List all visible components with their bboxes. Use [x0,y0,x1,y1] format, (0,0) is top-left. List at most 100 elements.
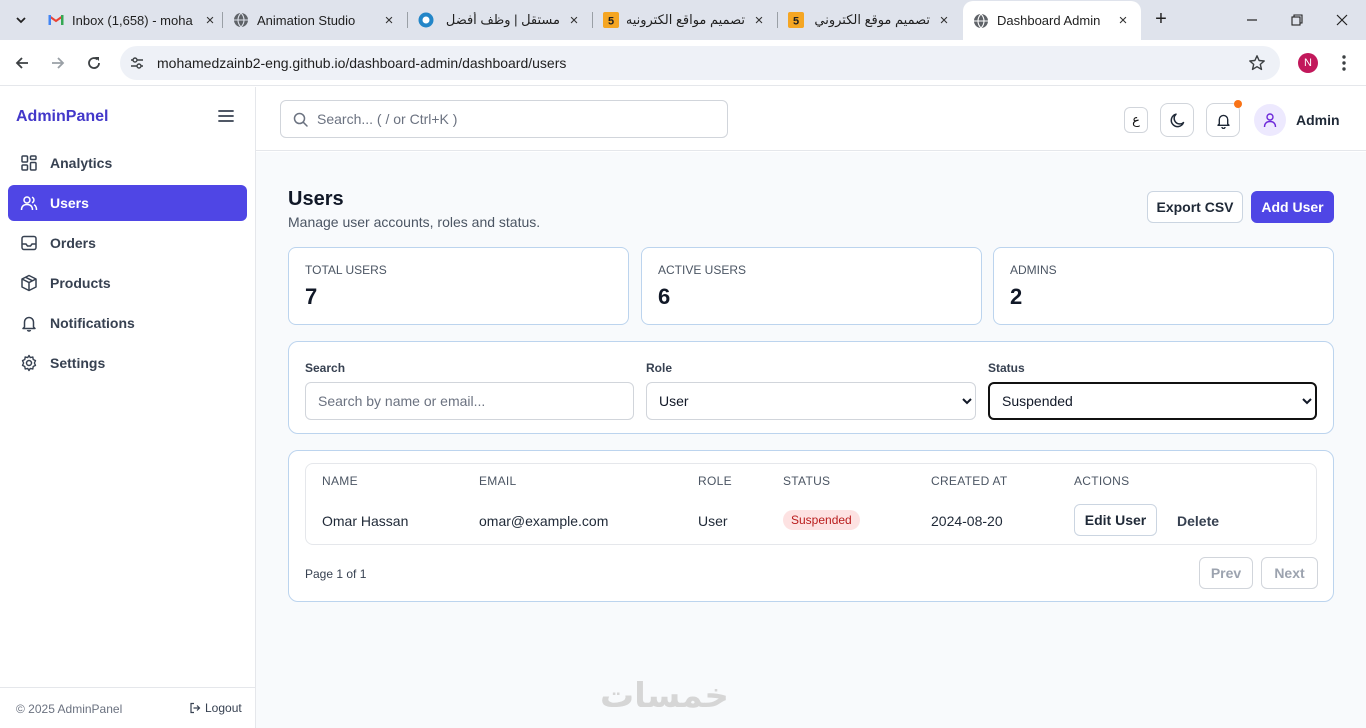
browser-menu-icon[interactable] [1336,52,1352,74]
site-settings-icon[interactable] [129,55,145,71]
svg-text:5: 5 [793,16,799,28]
filters-panel: Search Role User Status Suspended [288,341,1334,434]
stat-label: ADMINS [1010,263,1057,277]
search-icon [293,112,308,127]
khamsat-icon: 5 [603,12,619,28]
moon-icon [1170,112,1184,127]
forward-arrow-icon[interactable] [44,49,72,77]
sidebar-item-label: Orders [50,235,96,251]
bookmark-star-icon[interactable] [1248,54,1266,72]
column-header-email[interactable]: EMAIL [479,474,517,488]
column-header-name[interactable]: NAME [322,474,358,488]
user-icon [1263,113,1277,128]
sidebar-item-users[interactable]: Users [8,185,247,221]
reload-icon[interactable] [80,49,108,77]
stat-card-active-users: ACTIVE USERS 6 [641,247,982,325]
users-table-card: NAME EMAIL ROLE STATUS CREATED AT ACTION… [288,450,1334,602]
user-search-input[interactable] [305,382,634,420]
sidebar-item-label: Users [50,195,89,211]
add-user-button[interactable]: Add User [1251,191,1334,223]
svg-text:5: 5 [608,16,614,28]
menu-toggle-icon[interactable] [216,107,236,125]
sidebar-item-analytics[interactable]: Analytics [8,145,247,181]
minimize-icon[interactable] [1228,0,1276,40]
copyright-text: © 2025 AdminPanel [16,702,123,716]
logout-label: Logout [205,701,242,715]
sidebar-item-orders[interactable]: Orders [8,225,247,261]
avatar [1254,104,1286,136]
logout-button[interactable]: Logout [189,701,242,715]
user-menu[interactable]: Admin [1254,103,1340,137]
main-content: Users Manage user accounts, roles and st… [256,152,1366,728]
sidebar-nav: Analytics Users Orders Products Notifica… [8,145,247,385]
restore-icon[interactable] [1273,0,1321,40]
bell-icon [22,316,36,332]
mostaql-icon [418,12,434,28]
close-tab-icon[interactable]: × [381,12,397,29]
language-toggle-button[interactable]: ع [1124,107,1148,133]
address-bar[interactable]: mohamedzainb2-eng.github.io/dashboard-ad… [120,46,1280,80]
top-header: ع Admin [256,87,1366,151]
box-icon [21,274,37,292]
theme-toggle-button[interactable] [1160,103,1194,137]
created-at-cell: 2024-08-20 [931,513,1003,529]
close-tab-icon[interactable]: × [202,12,218,29]
browser-tab[interactable]: 5 تصميم موقع الكتروني × [788,0,952,40]
global-search-input[interactable] [317,101,717,137]
pagination-info: Page 1 of 1 [305,567,367,581]
export-csv-button[interactable]: Export CSV [1147,191,1243,223]
close-window-icon[interactable] [1318,0,1366,40]
stat-value: 7 [305,284,318,309]
tab-title: Dashboard Admin [997,13,1101,28]
sidebar-item-notifications[interactable]: Notifications [8,305,247,341]
new-tab-icon[interactable]: + [1150,8,1172,30]
back-arrow-icon[interactable] [8,49,36,77]
status-badge: Suspended [783,510,860,530]
close-tab-icon[interactable]: × [936,12,952,29]
close-tab-icon[interactable]: × [566,12,582,29]
sidebar-item-settings[interactable]: Settings [8,345,247,381]
users-table: NAME EMAIL ROLE STATUS CREATED AT ACTION… [305,463,1317,545]
column-header-actions: ACTIONS [1074,474,1130,488]
global-search[interactable] [280,100,728,138]
browser-tab[interactable]: 5 تصميم مواقع الكترونيه × [603,0,767,40]
notifications-button[interactable] [1206,100,1242,137]
next-page-button[interactable]: Next [1261,557,1318,589]
prev-page-button[interactable]: Prev [1199,557,1253,589]
tab-title: مستقل | وظف أفضل ا [442,12,560,27]
browser-tab[interactable]: مستقل | وظف أفضل ا × [418,0,582,40]
delete-user-button[interactable]: Delete [1177,513,1219,529]
tab-search-chevron-icon[interactable] [8,7,34,33]
user-email-cell: omar@example.com [479,513,609,529]
khamsat-icon: 5 [788,12,804,28]
sidebar-item-label: Settings [50,355,106,371]
status-select[interactable]: Suspended [988,382,1317,420]
browser-tab[interactable]: Inbox (1,658) - moha × [48,0,218,40]
tab-title: تصميم موقع الكتروني [814,12,930,27]
stat-value: 6 [658,284,671,309]
logout-icon [190,702,201,714]
globe-icon [233,12,249,28]
close-tab-icon[interactable]: × [1115,12,1131,29]
stat-card-total-users: TOTAL USERS 7 [288,247,629,325]
tab-title: Animation Studio [257,12,356,28]
brand-logo[interactable]: AdminPanel [16,108,108,126]
tab-title: تصميم مواقع الكترونيه [627,12,745,27]
sidebar-item-label: Analytics [50,155,113,171]
column-header-created-at[interactable]: CREATED AT [931,474,1008,488]
sidebar-item-products[interactable]: Products [8,265,247,301]
profile-avatar[interactable]: N [1298,53,1318,73]
browser-tab-active[interactable]: Dashboard Admin × [963,1,1141,40]
edit-user-button[interactable]: Edit User [1074,504,1157,536]
user-name: Admin [1296,112,1340,128]
role-select[interactable]: User [646,382,976,420]
browser-toolbar: mohamedzainb2-eng.github.io/dashboard-ad… [0,40,1366,86]
url-text: mohamedzainb2-eng.github.io/dashboard-ad… [157,55,567,71]
tab-title: Inbox (1,658) - moha [72,12,193,28]
column-header-role[interactable]: ROLE [698,474,732,488]
role-filter-label: Role [646,361,673,375]
close-tab-icon[interactable]: × [751,12,767,29]
stat-label: ACTIVE USERS [658,263,747,277]
browser-tab[interactable]: Animation Studio × [233,0,397,40]
column-header-status[interactable]: STATUS [783,474,830,488]
